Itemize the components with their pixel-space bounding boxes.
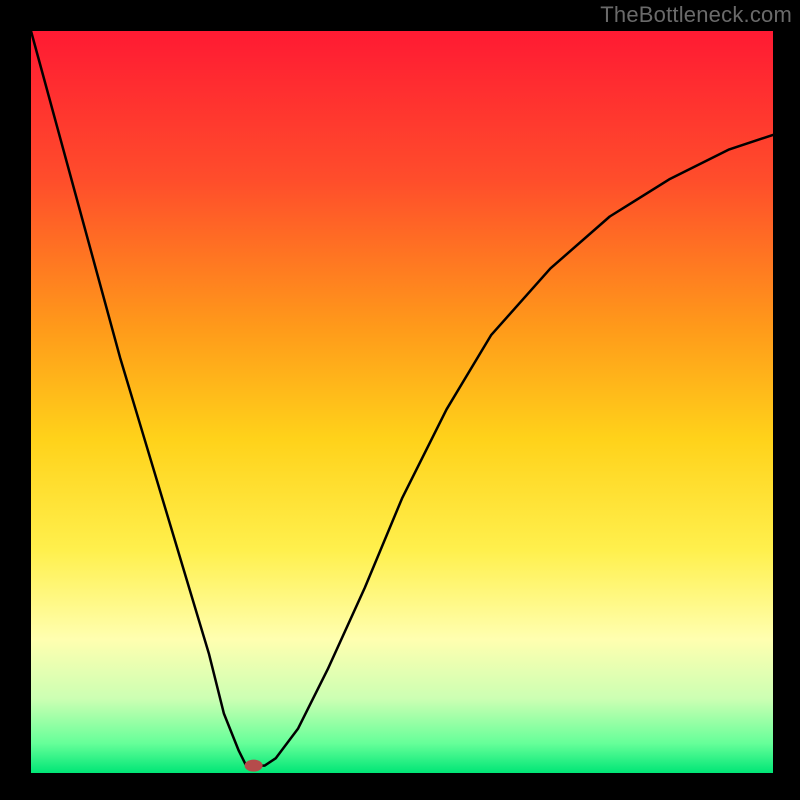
chart-frame: TheBottleneck.com bbox=[0, 0, 800, 800]
optimal-point bbox=[245, 760, 263, 772]
plot-background bbox=[31, 31, 773, 773]
bottleneck-chart bbox=[0, 0, 800, 800]
